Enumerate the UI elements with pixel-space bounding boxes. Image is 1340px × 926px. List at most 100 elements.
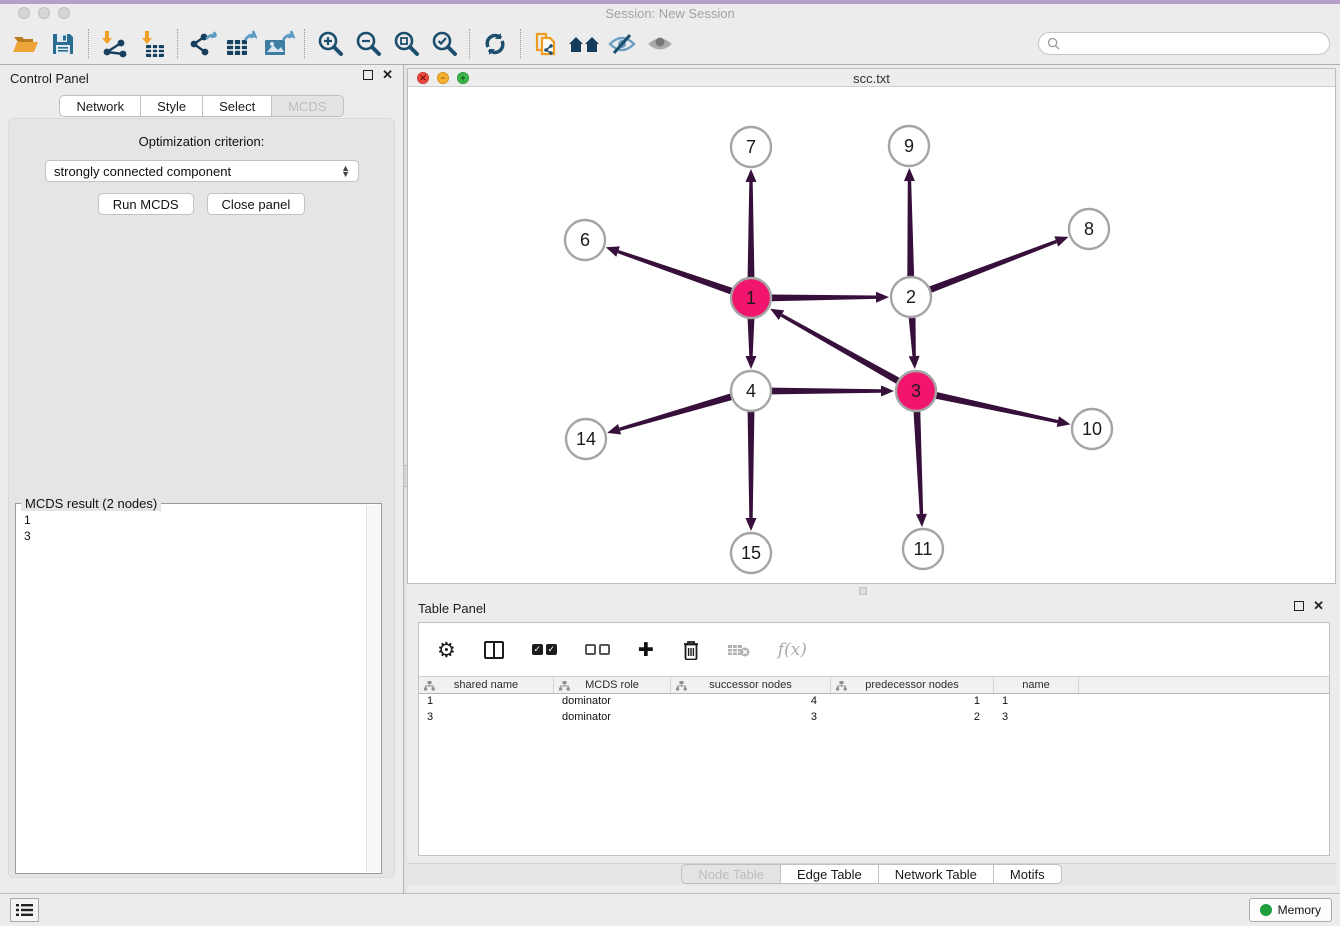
horizontal-splitter[interactable]: [407, 584, 1336, 597]
table-cell[interactable]: 3: [419, 710, 554, 726]
close-table-panel-icon[interactable]: ✕: [1313, 601, 1324, 611]
table-body: 1dominator4113dominator323: [419, 694, 1329, 726]
column-header-name[interactable]: name: [994, 677, 1079, 693]
column-header-label: MCDS role: [585, 679, 639, 691]
graph-edge-3-1[interactable]: [781, 314, 900, 384]
eye-slash-icon: [607, 32, 637, 56]
table-cell[interactable]: 1: [419, 694, 554, 710]
graph-edge-2-3[interactable]: [909, 318, 916, 356]
import-table-button[interactable]: [133, 27, 171, 61]
checked-box-icon: ✓: [532, 644, 543, 655]
export-network-button[interactable]: [184, 27, 222, 61]
network-window-titlebar[interactable]: ✕ − + scc.txt: [408, 69, 1335, 87]
main-toolbar: [0, 23, 1340, 65]
delete-table-button[interactable]: [728, 643, 750, 657]
graph-edge-4-3[interactable]: [772, 388, 881, 395]
mcds-result-item[interactable]: 1: [24, 512, 365, 528]
toolbar-separator: [88, 29, 89, 59]
tab-style[interactable]: Style: [141, 95, 203, 117]
table-row[interactable]: 3dominator323: [419, 710, 1329, 726]
graph-edge-1-6[interactable]: [617, 250, 732, 294]
deselect-all-columns-button[interactable]: [585, 644, 610, 655]
tab-network-table[interactable]: Network Table: [879, 864, 994, 884]
import-network-button[interactable]: [95, 27, 133, 61]
zoom-selected-button[interactable]: [425, 27, 463, 61]
column-header-predecessor-nodes[interactable]: predecessor nodes: [831, 677, 994, 693]
show-graphics-details-button[interactable]: [641, 27, 679, 61]
new-network-from-selection-button[interactable]: [527, 27, 565, 61]
graph-edge-1-7[interactable]: [748, 182, 755, 277]
table-cell[interactable]: 2: [831, 710, 994, 726]
network-view-window: ✕ − + scc.txt 7968124314101511: [407, 68, 1336, 584]
close-panel-icon[interactable]: ✕: [382, 70, 393, 80]
zoom-in-button[interactable]: [311, 27, 349, 61]
graph-edge-arrowhead: [904, 168, 915, 181]
result-list-scrollbar[interactable]: [366, 505, 380, 872]
refresh-layout-button[interactable]: [476, 27, 514, 61]
graph-edge-2-9[interactable]: [907, 181, 914, 276]
export-image-icon: [263, 30, 295, 58]
graph-node-label: 7: [746, 137, 756, 157]
home-button[interactable]: [565, 27, 603, 61]
select-all-columns-button[interactable]: ✓ ✓: [532, 644, 557, 655]
table-cell[interactable]: 3: [671, 710, 831, 726]
graph-edge-arrowhead: [1057, 416, 1071, 427]
float-table-panel-icon[interactable]: [1294, 601, 1304, 611]
splitter-grip[interactable]: [859, 587, 867, 595]
delete-column-button[interactable]: [682, 640, 700, 660]
column-header-successor-nodes[interactable]: successor nodes: [671, 677, 831, 693]
table-cell[interactable]: 4: [671, 694, 831, 710]
network-column-icon: [424, 681, 435, 691]
table-settings-button[interactable]: ⚙: [437, 638, 456, 662]
run-mcds-button[interactable]: Run MCDS: [98, 193, 194, 215]
network-canvas[interactable]: 7968124314101511: [408, 87, 1335, 583]
add-column-button[interactable]: ✚: [638, 639, 654, 661]
table-cell[interactable]: dominator: [554, 710, 671, 726]
table-cell[interactable]: dominator: [554, 694, 671, 710]
graph-node-label: 1: [746, 288, 756, 308]
mcds-result-item[interactable]: 3: [24, 528, 365, 544]
control-panel-title: Control Panel: [10, 71, 89, 86]
graph-edge-arrowhead: [746, 518, 757, 531]
zoom-in-icon: [316, 30, 344, 58]
tab-network[interactable]: Network: [59, 95, 141, 117]
task-history-button[interactable]: [10, 898, 39, 922]
criterion-dropdown[interactable]: strongly connected component ▲▼: [45, 160, 359, 182]
graph-edge-4-15[interactable]: [748, 412, 755, 518]
table-cell[interactable]: 3: [994, 710, 1079, 726]
graph-edge-4-14[interactable]: [619, 394, 732, 431]
save-session-button[interactable]: [44, 27, 82, 61]
graph-edge-1-4[interactable]: [748, 319, 755, 356]
zoom-fit-button[interactable]: [387, 27, 425, 61]
network-column-icon: [559, 681, 570, 691]
table-row[interactable]: 1dominator411: [419, 694, 1329, 710]
search-input[interactable]: [1064, 37, 1329, 51]
tab-select[interactable]: Select: [203, 95, 272, 117]
tab-mcds[interactable]: MCDS: [272, 95, 343, 117]
graph-edge-1-2[interactable]: [772, 294, 876, 301]
function-builder-button[interactable]: f(x): [778, 640, 807, 660]
tab-node-table[interactable]: Node Table: [681, 864, 781, 884]
close-panel-button[interactable]: Close panel: [207, 193, 306, 215]
tab-motifs[interactable]: Motifs: [994, 864, 1062, 884]
toggle-column-layout-button[interactable]: [484, 641, 504, 659]
hide-graphics-details-button[interactable]: [603, 27, 641, 61]
tab-edge-table[interactable]: Edge Table: [781, 864, 879, 884]
zoom-out-icon: [354, 30, 382, 58]
memory-button[interactable]: Memory: [1249, 898, 1332, 922]
open-file-button[interactable]: [6, 27, 44, 61]
houses-icon: [567, 32, 601, 56]
column-header-shared-name[interactable]: shared name: [419, 677, 554, 693]
search-field[interactable]: [1038, 32, 1330, 55]
graph-edge-3-10[interactable]: [936, 392, 1058, 423]
export-table-button[interactable]: [222, 27, 260, 61]
float-panel-icon[interactable]: [363, 70, 373, 80]
zoom-out-button[interactable]: [349, 27, 387, 61]
table-cell[interactable]: 1: [994, 694, 1079, 710]
graph-edge-3-11[interactable]: [914, 412, 924, 514]
export-image-button[interactable]: [260, 27, 298, 61]
import-network-icon: [99, 30, 129, 58]
graph-edge-2-8[interactable]: [929, 240, 1057, 293]
table-cell[interactable]: 1: [831, 694, 994, 710]
column-header-MCDS-role[interactable]: MCDS role: [554, 677, 671, 693]
